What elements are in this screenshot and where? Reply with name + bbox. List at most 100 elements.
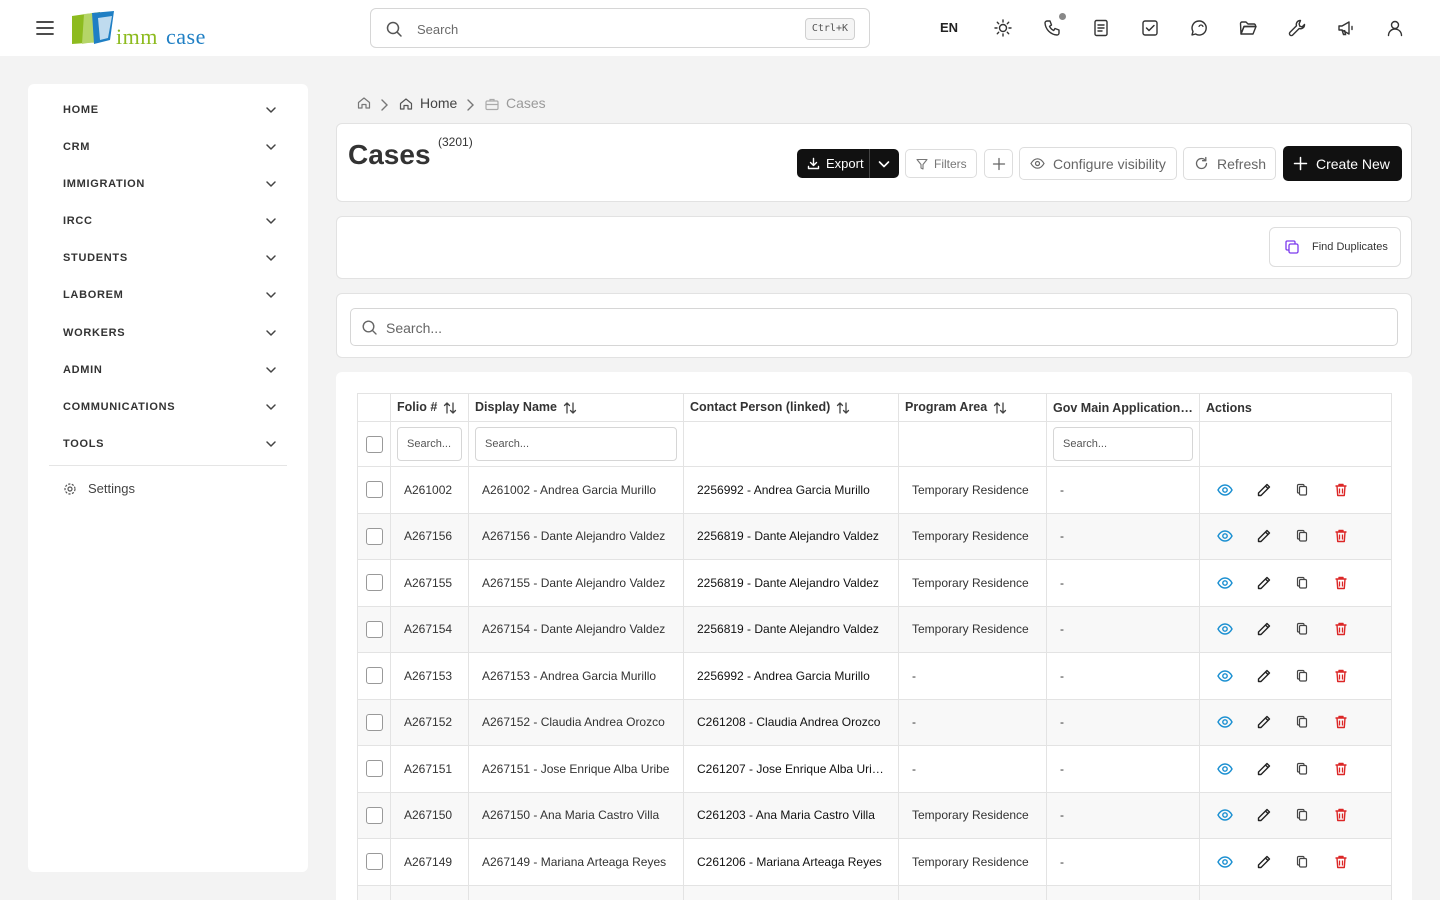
eye-icon[interactable] [1206,575,1245,591]
notes-icon[interactable] [1091,18,1111,38]
sidebar-item-communications[interactable]: COMMUNICATIONS [63,397,278,419]
table-row[interactable]: A267155 A267155 - Dante Alejandro Valdez 2… [357,559,1392,607]
row-checkbox[interactable] [365,806,383,824]
copy-icon[interactable] [1283,483,1322,497]
row-checkbox[interactable] [365,620,383,638]
filter-input-gov-app-no[interactable] [1053,427,1193,461]
app-logo[interactable]: imm case [70,10,210,49]
sun-icon[interactable] [993,18,1013,38]
trash-icon[interactable] [1322,621,1361,637]
row-checkbox[interactable] [365,760,383,778]
cell-contact-person[interactable]: C261207 - Jose Enrique Alba Uribe [683,745,899,793]
copy-icon[interactable] [1283,622,1322,636]
sort-icon[interactable] [443,401,457,415]
user-icon[interactable] [1385,18,1405,38]
copy-icon[interactable] [1283,762,1322,776]
copy-icon[interactable] [1283,808,1322,822]
trash-icon[interactable] [1322,714,1361,730]
megaphone-icon[interactable] [1336,18,1356,38]
table-row[interactable]: A267154 A267154 - Dante Alejandro Valdez 2… [357,605,1392,653]
add-filter-button[interactable] [984,149,1013,178]
sidebar-item-admin[interactable]: ADMIN [63,360,278,382]
sidebar-item-crm[interactable]: CRM [63,137,278,159]
column-header-folio[interactable]: Folio # [390,393,469,422]
column-header-display-name[interactable]: Display Name [468,393,684,422]
cell-contact-person[interactable]: C261203 - Ana Maria Castro Villa [683,791,899,839]
language-selector[interactable]: EN [940,20,958,35]
table-search[interactable] [350,308,1398,346]
row-checkbox[interactable] [365,667,383,685]
eye-icon[interactable] [1206,528,1245,544]
sort-icon[interactable] [563,401,577,415]
copy-icon[interactable] [1283,576,1322,590]
copy-icon[interactable] [1283,529,1322,543]
menu-icon[interactable] [34,17,56,39]
eye-icon[interactable] [1206,807,1245,823]
cell-contact-person[interactable]: 2256992 - Andrea Garcia Murillo [683,466,899,514]
configure-visibility-button[interactable]: Configure visibility [1019,147,1177,180]
edit-icon[interactable] [1245,761,1284,777]
create-new-button[interactable]: Create New [1283,146,1402,181]
trash-icon[interactable] [1322,761,1361,777]
table-row[interactable]: A267152 A267152 - Claudia Andrea Orozco C2… [357,698,1392,746]
breadcrumb-home[interactable]: Home [420,95,457,111]
row-checkbox[interactable] [365,713,383,731]
global-search-input[interactable] [417,17,777,41]
column-header-program-area[interactable]: Program Area [898,393,1047,422]
row-checkbox[interactable] [365,853,383,871]
sidebar-item-ircc[interactable]: IRCC [63,211,278,233]
folder-icon[interactable] [1238,18,1258,38]
edit-icon[interactable] [1245,482,1284,498]
export-button[interactable]: Export [797,149,899,178]
cell-contact-person[interactable]: 2256992 - Andrea Garcia Murillo [683,652,899,700]
eye-icon[interactable] [1206,714,1245,730]
eye-icon[interactable] [1206,854,1245,870]
trash-icon[interactable] [1322,854,1361,870]
trash-icon[interactable] [1322,807,1361,823]
eye-icon[interactable] [1206,482,1245,498]
task-icon[interactable] [1140,18,1160,38]
table-row[interactable]: A267150 A267150 - Ana Maria Castro Villa C… [357,791,1392,839]
cell-contact-person[interactable]: C261208 - Claudia Andrea Orozco [683,698,899,746]
table-row[interactable]: A267151 A267151 - Jose Enrique Alba Uribe… [357,745,1392,793]
sidebar-item-laborem[interactable]: LABOREM [63,285,278,307]
refresh-button[interactable]: Refresh [1183,147,1276,180]
phone-icon[interactable] [1042,18,1062,38]
sidebar-item-settings[interactable]: Settings [63,479,183,499]
filter-input-folio[interactable] [397,427,462,461]
find-duplicates-button[interactable]: Find Duplicates [1269,227,1401,267]
trash-icon[interactable] [1322,668,1361,684]
filter-input-display-name[interactable] [475,427,677,461]
copy-icon[interactable] [1283,715,1322,729]
edit-icon[interactable] [1245,714,1284,730]
copy-icon[interactable] [1283,855,1322,869]
chat-icon[interactable] [1189,18,1209,38]
table-row[interactable]: A267153 A267153 - Andrea Garcia Murillo 22… [357,652,1392,700]
cell-contact-person[interactable]: C261206 - Mariana Arteaga Reyes [683,838,899,886]
row-checkbox[interactable] [365,481,383,499]
edit-icon[interactable] [1245,528,1284,544]
row-checkbox[interactable] [365,574,383,592]
home-icon[interactable] [356,95,372,111]
sidebar-item-tools[interactable]: TOOLS [63,434,278,456]
cell-contact-person[interactable]: 2256819 - Dante Alejandro Valdez [683,512,899,560]
sidebar-item-workers[interactable]: WORKERS [63,323,278,345]
sidebar-item-home[interactable]: HOME [63,100,278,122]
sort-icon[interactable] [836,401,850,415]
chevron-down-icon[interactable] [877,157,891,171]
copy-icon[interactable] [1283,669,1322,683]
edit-icon[interactable] [1245,621,1284,637]
cell-contact-person[interactable]: 2256819 - Dante Alejandro Valdez [683,559,899,607]
table-search-input[interactable] [386,317,1286,339]
eye-icon[interactable] [1206,761,1245,777]
row-checkbox[interactable] [365,527,383,545]
trash-icon[interactable] [1322,528,1361,544]
table-row[interactable]: A261002 A261002 - Andrea Garcia Murillo 22… [357,466,1392,514]
sidebar-item-students[interactable]: STUDENTS [63,248,278,270]
edit-icon[interactable] [1245,668,1284,684]
trash-icon[interactable] [1322,575,1361,591]
sort-icon[interactable] [993,401,1007,415]
select-all-checkbox[interactable] [365,435,383,453]
global-search[interactable]: Ctrl+K [370,8,870,48]
wrench-icon[interactable] [1287,18,1307,38]
